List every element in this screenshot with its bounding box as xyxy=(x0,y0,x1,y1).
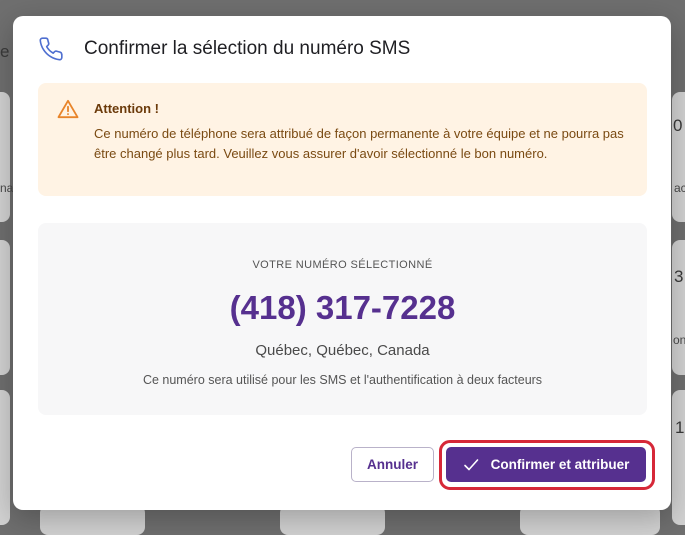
phone-icon xyxy=(39,37,63,61)
background-card xyxy=(672,92,685,222)
confirm-sms-number-dialog: Confirmer la sélection du numéro SMS Att… xyxy=(13,16,671,510)
selected-number-note: Ce numéro sera utilisé pour les SMS et l… xyxy=(142,373,543,387)
selected-number-panel: VOTRE NUMÉRO SÉLECTIONNÉ (418) 317-7228 … xyxy=(38,223,647,415)
background-text: e xyxy=(0,42,10,61)
background-card xyxy=(672,240,685,375)
selected-phone-number: (418) 317-7228 xyxy=(229,289,456,326)
selected-number-label: VOTRE NUMÉRO SÉLECTIONNÉ xyxy=(252,259,433,271)
dialog-title: Confirmer la sélection du numéro SMS xyxy=(84,38,411,59)
warning-message: Ce numéro de téléphone sera attribué de … xyxy=(94,126,624,161)
warning-alert: Attention ! Ce numéro de téléphone sera … xyxy=(38,83,647,196)
warning-triangle-icon xyxy=(57,99,79,119)
background-text: na xyxy=(0,181,14,195)
background-card xyxy=(0,240,10,375)
background-text: on xyxy=(673,333,685,347)
background-text: ac xyxy=(674,181,685,195)
background-card xyxy=(672,390,685,525)
check-icon xyxy=(463,458,478,470)
confirm-assign-button[interactable]: Confirmer et attribuer xyxy=(446,447,646,482)
background-text: 3 xyxy=(674,267,684,286)
warning-title: Attention ! xyxy=(94,101,159,116)
cancel-button[interactable]: Annuler xyxy=(351,447,434,482)
background-text: 0 xyxy=(673,116,683,135)
confirm-button-label: Confirmer et attribuer xyxy=(490,457,630,472)
selected-number-location: Québec, Québec, Canada xyxy=(255,342,430,359)
background-card xyxy=(0,92,10,222)
dialog-header: Confirmer la sélection du numéro SMS xyxy=(13,16,671,82)
background-card xyxy=(0,390,10,525)
background-text: 1 xyxy=(675,418,685,437)
